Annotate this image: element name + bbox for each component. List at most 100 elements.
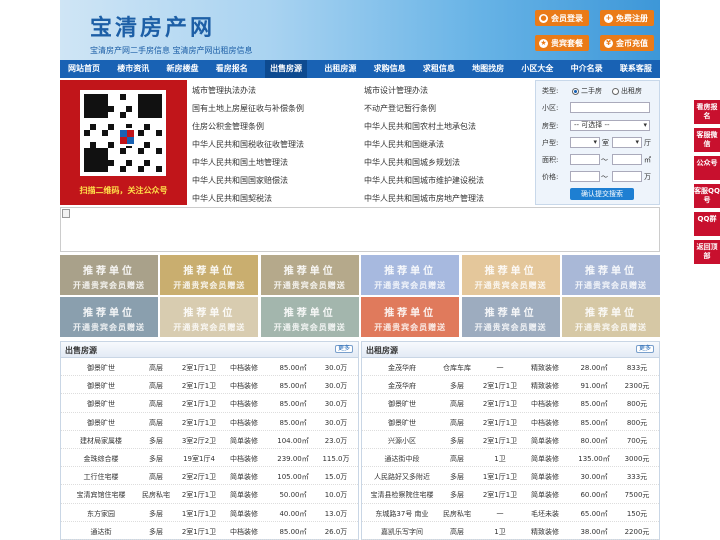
law-link[interactable]: 住房公积金管理条例 (192, 121, 264, 132)
law-link[interactable]: 中华人民共和国继承法 (364, 139, 444, 150)
listing-cell: 85.00㎡ (279, 418, 307, 427)
nav-item-communities[interactable]: 小区大全 (521, 60, 553, 78)
type-radio-secondhand[interactable]: 二手房 (572, 86, 602, 96)
listing-row[interactable]: 宝清宾馆住宅楼 民房私宅 2室1厅1卫 简单装修 50.00㎡ 10.0万 (61, 485, 358, 504)
area-max-input[interactable] (612, 154, 642, 165)
nav-item-home[interactable]: 网站首页 (68, 60, 100, 78)
coin-recharge-button[interactable]: ¥ 金币充值 (600, 35, 654, 51)
sidebar-button[interactable]: 返回顶部 (694, 240, 720, 264)
coin-icon: ¥ (604, 38, 613, 48)
listing-cell: 30.0万 (324, 382, 348, 391)
nav-item-sale[interactable]: 出售房源 (265, 60, 308, 78)
listing-row[interactable]: 御景旷世 高层 2室1厅1卫 中档装修 85.00㎡ 30.0万 (61, 394, 358, 413)
recommended-unit-ad[interactable]: 推荐单位 开通贵宾会员赠送 (562, 297, 660, 337)
listing-row[interactable]: 御景旷世 高层 2室1厅1卫 中档装修 85.00㎡ 800元 (362, 394, 659, 413)
law-link[interactable]: 城市设计管理办法 (364, 85, 428, 96)
listing-row[interactable]: 通达街 多层 2室1厅1卫 中档装修 85.00㎡ 26.0万 (61, 522, 358, 540)
listing-row[interactable]: 通达街中段 高层 1卫 简单装修 135.00㎡ 3000元 (362, 449, 659, 468)
rent-more-button[interactable]: 更多 (636, 345, 654, 353)
listing-row[interactable]: 建材局家属楼 多层 3室2厅2卫 简单装修 104.00㎡ 23.0万 (61, 431, 358, 449)
listing-cell: 30.0万 (324, 418, 348, 427)
sidebar-button[interactable]: QQ群 (694, 212, 720, 236)
banner-ad[interactable] (60, 207, 660, 252)
listing-cell: 简单装修 (230, 509, 258, 518)
listing-row[interactable]: 东方家园 多层 1室1厅1卫 简单装修 40.00㎡ 13.0万 (61, 504, 358, 522)
nav-item-viewing[interactable]: 看房报名 (216, 60, 248, 78)
room-select[interactable] (570, 137, 600, 148)
sidebar-button[interactable]: 客服微信 (694, 128, 720, 152)
hall-select[interactable] (612, 137, 642, 148)
listing-row[interactable]: 宝清县检察院住宅楼 多层 2室1厅1卫 简单装修 60.00㎡ 7500元 (362, 485, 659, 504)
law-link[interactable]: 中华人民共和国农村土地承包法 (364, 121, 476, 132)
nav-item-map[interactable]: 地图找房 (472, 60, 504, 78)
law-link[interactable]: 中华人民共和国城市房地产管理法 (364, 193, 484, 204)
law-link[interactable]: 不动产登记暂行条例 (364, 103, 436, 114)
listing-row[interactable]: 御景旷世 高层 2室1厅1卫 中档装修 85.00㎡ 30.0万 (61, 376, 358, 395)
sidebar-button[interactable]: 公众号 (694, 156, 720, 180)
law-link[interactable]: 中华人民共和国城市维护建设税法 (364, 175, 484, 186)
ad-title: 推荐单位 (384, 308, 437, 319)
ad-title: 推荐单位 (484, 266, 537, 277)
listing-cell: 7500元 (624, 491, 650, 500)
listing-row[interactable]: 御景旷世 高层 2室1厅1卫 中档装修 85.00㎡ 800元 (362, 413, 659, 431)
area-min-input[interactable] (570, 154, 600, 165)
recommended-unit-ad[interactable]: 推荐单位 开通贵宾会员赠送 (60, 255, 158, 295)
listing-cell: 金珠综合楼 (83, 454, 119, 463)
listing-cell: 23.0万 (324, 436, 348, 445)
listing-cell: 简单装修 (531, 454, 559, 463)
recommended-unit-ad[interactable]: 推荐单位 开通贵宾会员赠送 (260, 297, 359, 337)
listing-cell: 333元 (626, 473, 648, 482)
listing-row[interactable]: 御景旷世 高层 2室1厅1卫 中档装修 85.00㎡ 30.0万 (61, 358, 358, 377)
sidebar-button[interactable]: 客服QQ号 (694, 184, 720, 208)
nav-item-want-buy[interactable]: 求购信息 (374, 60, 406, 78)
vip-package-button[interactable]: ★ 贵宾套餐 (535, 35, 589, 51)
register-button[interactable]: + 免费注册 (600, 10, 654, 26)
listing-row[interactable]: 人民路好又多附近 多层 1室1厅1卫 简单装修 30.00㎡ 333元 (362, 467, 659, 486)
recommended-unit-ad[interactable]: 推荐单位 开通贵宾会员赠送 (461, 255, 560, 295)
recommended-unit-ad[interactable]: 推荐单位 开通贵宾会员赠送 (160, 297, 259, 337)
listing-row[interactable]: 兴源小区 多层 2室1厅1卫 简单装修 80.00㎡ 700元 (362, 431, 659, 449)
listing-row[interactable]: 工行住宅楼 高层 2室2厅1卫 简单装修 105.00㎡ 15.0万 (61, 467, 358, 486)
price-min-input[interactable] (570, 171, 600, 182)
law-link[interactable]: 中华人民共和国国家赔偿法 (192, 175, 288, 186)
price-max-input[interactable] (612, 171, 642, 182)
listing-row[interactable]: 金茂华府 多层 2室1厅1卫 精致装修 91.00㎡ 2300元 (362, 376, 659, 395)
listing-cell: 御景旷世 (87, 400, 115, 409)
listing-row[interactable]: 金茂华府 仓库车库一精致装修 28.00㎡ 833元 (362, 358, 659, 377)
user-add-icon: + (604, 13, 613, 23)
nav-item-support[interactable]: 联系客服 (620, 60, 652, 78)
listing-row[interactable]: 东城路37号 南业 民房私宅一毛坯未装 65.00㎡ 150元 (362, 504, 659, 522)
recommended-unit-ad[interactable]: 推荐单位 开通贵宾会员赠送 (160, 255, 259, 295)
nav-item-agencies[interactable]: 中介名录 (571, 60, 603, 78)
recommended-unit-ad[interactable]: 推荐单位 开通贵宾会员赠送 (260, 255, 359, 295)
listing-row[interactable]: 金珠综合楼 多层 19室1厅4 中档装修 239.00㎡ 115.0万 (61, 449, 358, 468)
law-link[interactable]: 中华人民共和国契税法 (192, 193, 272, 204)
sidebar-button[interactable]: 看房报名 (694, 100, 720, 124)
type-radio-rent[interactable]: 出租房 (612, 86, 642, 96)
community-input[interactable] (570, 102, 650, 113)
search-submit-button[interactable]: 确认提交搜索 (570, 188, 634, 200)
listing-cell: 2200元 (624, 527, 650, 536)
recommended-unit-ad[interactable]: 推荐单位 开通贵宾会员赠送 (361, 297, 460, 337)
nav-item-want-rent[interactable]: 求租信息 (423, 60, 455, 78)
nav-item-new-homes[interactable]: 新房楼盘 (167, 60, 199, 78)
listing-row[interactable]: 嘉凯乐写字间 高层 1卫 精致装修 38.00㎡ 2200元 (362, 522, 659, 540)
recommended-unit-ad[interactable]: 推荐单位 开通贵宾会员赠送 (60, 297, 158, 337)
site-logo[interactable]: 宝清房产网 (90, 10, 215, 42)
house-type-select[interactable]: -- 可选择 -- (570, 120, 650, 131)
law-link[interactable]: 中华人民共和国城乡规划法 (364, 157, 460, 168)
listing-cell: 60.00㎡ (580, 491, 608, 500)
sale-more-button[interactable]: 更多 (335, 345, 353, 353)
recommended-unit-ad[interactable]: 推荐单位 开通贵宾会员赠送 (361, 255, 460, 295)
law-link[interactable]: 中华人民共和国土地管理法 (192, 157, 288, 168)
login-button[interactable]: ● 会员登录 (535, 10, 589, 26)
nav-item-rent[interactable]: 出租房源 (324, 60, 356, 78)
listing-cell: 中档装修 (531, 400, 559, 409)
law-link[interactable]: 城市管理执法办法 (192, 85, 256, 96)
listing-row[interactable]: 御景旷世 高层 2室1厅1卫 中档装修 85.00㎡ 30.0万 (61, 413, 358, 431)
recommended-unit-ad[interactable]: 推荐单位 开通贵宾会员赠送 (562, 255, 660, 295)
nav-item-news[interactable]: 楼市资讯 (117, 60, 149, 78)
law-link[interactable]: 国有土地上房屋征收与补偿条例 (192, 103, 304, 114)
law-link[interactable]: 中华人民共和国税收征收管理法 (192, 139, 304, 150)
recommended-unit-ad[interactable]: 推荐单位 开通贵宾会员赠送 (461, 297, 560, 337)
